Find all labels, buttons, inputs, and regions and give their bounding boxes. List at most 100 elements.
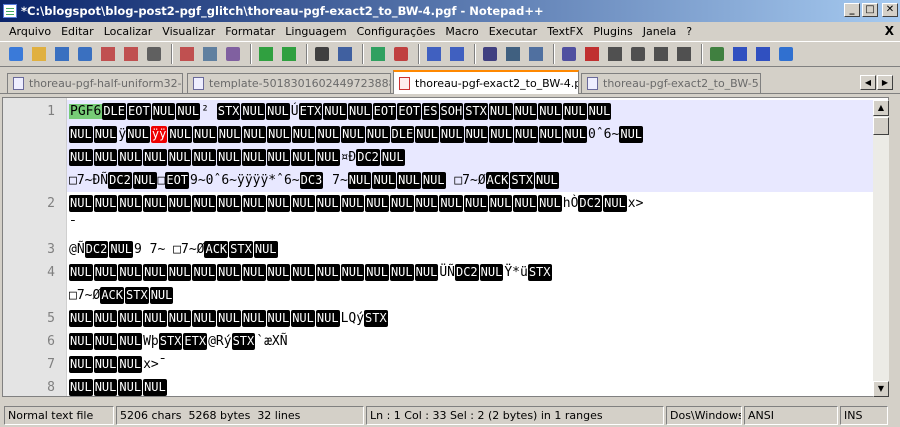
cut-icon[interactable] [177, 44, 197, 64]
sync-horizontal-icon[interactable] [447, 44, 467, 64]
undo-icon[interactable] [256, 44, 276, 64]
toolbar-separator [701, 44, 703, 64]
copy-icon[interactable] [200, 44, 220, 64]
menu-configuracoes[interactable]: Configurações [352, 25, 441, 38]
sync-horizontal-glyph [450, 47, 464, 61]
editor-line[interactable]: ¯ [67, 215, 877, 238]
control-char-token: NUL [241, 195, 266, 212]
status-chars: 5206 chars [120, 409, 182, 422]
menu-localizar[interactable]: Localizar [99, 25, 158, 38]
control-char-token: EOT [397, 103, 422, 120]
move-down-glyph [756, 47, 770, 61]
editor-line[interactable]: □7~Ø ACK STX NUL [67, 284, 877, 307]
close-file-icon[interactable] [98, 44, 118, 64]
code-area[interactable]: PGF6 DLE EOT NUL NUL ² STX NUL NUL Ú ETX NUL NUL EOT… [67, 98, 888, 396]
vertical-scrollbar[interactable]: ▲ ▼ [873, 100, 889, 397]
replace-icon[interactable] [335, 44, 355, 64]
control-char-token: NUL [217, 149, 241, 166]
play-multiple-glyph [654, 47, 668, 61]
menu-editar[interactable]: Editar [56, 25, 99, 38]
tab-thoreau-bw4-active[interactable]: thoreau-pgf-exact2_to_BW-4.pgf [393, 70, 579, 94]
save-file-icon[interactable] [52, 44, 72, 64]
editor-line[interactable]: NUL NUL NUL NUL [67, 376, 877, 396]
control-char-token: NUL [193, 126, 217, 143]
menu-linguagem[interactable]: Linguagem [280, 25, 351, 38]
control-char-token: NUL [323, 103, 347, 120]
redo-icon[interactable] [279, 44, 299, 64]
show-all-chars-glyph [506, 47, 520, 61]
editor-line[interactable]: □7~ÐÑ DC2 NUL □ EOT 9~0ˆ6~ÿÿÿÿ*ˆ6~ DC3 7~ NUL NU… [67, 169, 877, 192]
tab-thoreau-half-uniform[interactable]: thoreau-pgf-half-uniform32-6.pgf [7, 73, 183, 93]
text-run: ÿ [118, 127, 127, 142]
control-char-token: NUL [217, 310, 241, 327]
save-file-glyph [55, 47, 69, 61]
status-encoding: ANSI [744, 406, 838, 425]
scroll-thumb[interactable] [873, 117, 889, 135]
editor-line[interactable]: NUL NUL NUL NUL NUL NUL NUL NUL NUL NUL NUL NUL NUL N… [67, 261, 877, 284]
tab-scroll-left-button[interactable]: ◀ [860, 75, 876, 90]
menu-visualizar[interactable]: Visualizar [157, 25, 220, 38]
close-document-x[interactable]: X [885, 24, 894, 38]
zoom-out-icon[interactable] [391, 44, 411, 64]
editor-line[interactable]: NUL NUL NUL NUL NUL NUL NUL NUL NUL NUL NUL LQý STX [67, 307, 877, 330]
trim-icon[interactable] [707, 44, 727, 64]
control-char-token: NUL [151, 103, 176, 120]
minimize-button[interactable]: _ [844, 3, 860, 17]
save-all-icon[interactable] [75, 44, 95, 64]
toolbar-separator [474, 44, 476, 64]
control-char-token: NUL [143, 264, 167, 281]
move-up-icon[interactable] [730, 44, 750, 64]
control-char-token: NUL [69, 333, 93, 350]
save-macro-icon[interactable] [674, 44, 694, 64]
start-record-glyph [585, 47, 599, 61]
sync-vertical-icon[interactable] [424, 44, 444, 64]
control-char-token: NUL [118, 264, 143, 281]
menu-executar[interactable]: Executar [484, 25, 543, 38]
maximize-button[interactable]: □ [862, 3, 878, 17]
start-record-icon[interactable] [582, 44, 602, 64]
control-char-token: STX [464, 103, 488, 120]
menu-plugins[interactable]: Plugins [588, 25, 637, 38]
new-file-icon[interactable] [6, 44, 26, 64]
playback-icon[interactable] [628, 44, 648, 64]
tab-thoreau-bw5[interactable]: thoreau-pgf-exact2_to_BW-5.pgf [581, 73, 761, 93]
word-wrap-icon[interactable] [480, 44, 500, 64]
line-number [3, 215, 55, 238]
menu-macro[interactable]: Macro [440, 25, 483, 38]
editor-line[interactable]: NUL NUL ÿ NUL ÿÿ NUL NUL NUL NUL NUL NUL NUL NUL NUL D… [67, 123, 877, 146]
editor-line[interactable]: @Ñ DC2 NUL 9 7~ □7~Ø ACK STX NUL [67, 238, 877, 261]
title-bar[interactable]: *C:\blogspot\blog-post2-pgf_glitch\thore… [0, 0, 900, 22]
scroll-down-arrow-icon[interactable]: ▼ [873, 381, 889, 397]
editor-line[interactable]: NUL NUL NUL NUL NUL NUL NUL NUL NUL NUL NUL ¤Ð DC2 NU… [67, 146, 877, 169]
control-char-token: NUL [69, 379, 93, 396]
show-all-chars-icon[interactable] [503, 44, 523, 64]
move-down-icon[interactable] [753, 44, 773, 64]
menu-formatar[interactable]: Formatar [220, 25, 280, 38]
zoom-in-icon[interactable] [368, 44, 388, 64]
open-file-icon[interactable] [29, 44, 49, 64]
play-multiple-icon[interactable] [651, 44, 671, 64]
menu-textfx[interactable]: TextFX [542, 25, 588, 38]
spell-icon[interactable] [776, 44, 796, 64]
control-char-token: NUL [464, 126, 489, 143]
paste-icon[interactable] [223, 44, 243, 64]
user-defined-lang-icon[interactable] [559, 44, 579, 64]
text-editor[interactable]: 12345678 PGF6 DLE EOT NUL NUL ² STX NUL NUL Ú ETX… [2, 97, 889, 397]
menu-arquivo[interactable]: Arquivo [4, 25, 56, 38]
editor-line[interactable]: NUL NUL NUL NUL NUL NUL NUL NUL NUL NUL NUL NUL NUL N… [67, 192, 877, 215]
print-icon[interactable] [144, 44, 164, 64]
scroll-up-arrow-icon[interactable]: ▲ [873, 100, 889, 116]
close-all-icon[interactable] [121, 44, 141, 64]
tab-scroll-right-button[interactable]: ▶ [877, 75, 893, 90]
find-icon[interactable] [312, 44, 332, 64]
control-char-token: NUL [69, 149, 93, 166]
menu-janela[interactable]: Janela [638, 25, 682, 38]
editor-line[interactable]: PGF6 DLE EOT NUL NUL ² STX NUL NUL Ú ETX NUL NUL EOT… [67, 100, 877, 123]
editor-line[interactable]: NUL NUL NUL x>¯ [67, 353, 877, 376]
tab-template-xml[interactable]: template-5018301602449723888.xml [187, 73, 391, 93]
indent-guide-icon[interactable] [526, 44, 546, 64]
stop-record-icon[interactable] [605, 44, 625, 64]
close-window-button[interactable]: ✕ [882, 3, 898, 17]
editor-line[interactable]: NUL NUL NUL Wþ STX ETX @Rý STX `æXÑ [67, 330, 877, 353]
menu-help[interactable]: ? [681, 25, 697, 38]
